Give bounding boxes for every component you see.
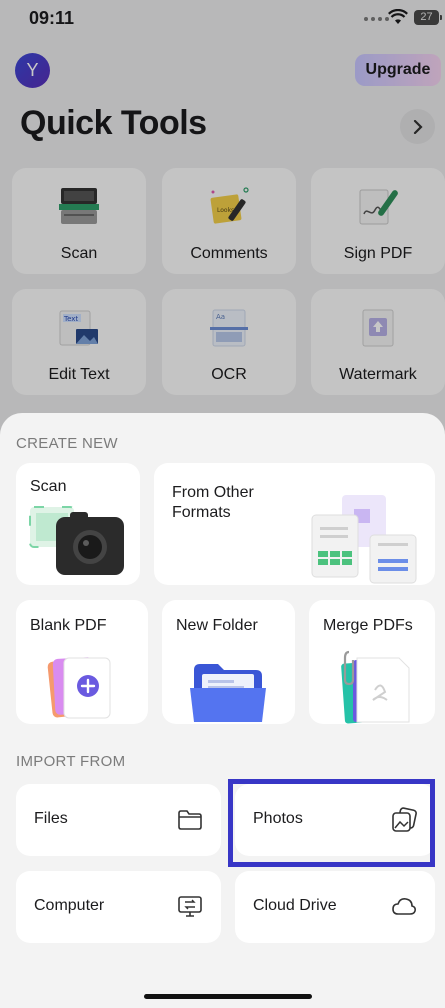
- folder-icon: [190, 664, 266, 722]
- edit-text-icon: Text: [59, 310, 98, 346]
- card-label: Scan: [30, 478, 67, 495]
- tool-label: Scan: [60, 245, 98, 262]
- merge-documents-icon: [341, 650, 410, 724]
- create-new-folder-card[interactable]: New Folder: [162, 600, 295, 724]
- create-blank-pdf-card[interactable]: Blank PDF: [16, 600, 148, 724]
- battery-icon: 27: [414, 10, 442, 25]
- scanner-icon: [59, 188, 99, 224]
- tool-edit-text[interactable]: Text Edit Text: [12, 289, 146, 395]
- upgrade-button[interactable]: Upgrade: [355, 54, 441, 86]
- page-title: Quick Tools: [20, 104, 207, 142]
- wifi-icon: [388, 9, 408, 24]
- tool-watermark[interactable]: Watermark: [311, 289, 445, 395]
- home-indicator: [144, 994, 312, 999]
- tool-scan[interactable]: Scan: [12, 168, 146, 274]
- computer-icon: [178, 896, 202, 917]
- chevron-right-icon: [413, 119, 423, 134]
- create-scan-card[interactable]: Scan: [16, 463, 140, 585]
- tool-label: OCR: [211, 366, 247, 383]
- sticky-note-icon: Looks: [210, 187, 249, 224]
- ocr-icon: Aa: [210, 309, 248, 347]
- tool-ocr[interactable]: Aa OCR: [162, 289, 296, 395]
- svg-text:Text: Text: [63, 315, 78, 323]
- camera-icon: [29, 506, 124, 575]
- create-from-other-formats-card[interactable]: From Other Formats: [154, 463, 435, 585]
- row-label: Computer: [34, 897, 105, 914]
- import-from-heading: IMPORT FROM: [16, 753, 126, 770]
- tool-label: Edit Text: [48, 366, 110, 383]
- bottom-sheet: CREATE NEW Scan From Other Formats Blank…: [0, 413, 445, 1008]
- avatar[interactable]: Y: [15, 53, 50, 88]
- row-label: Cloud Drive: [253, 897, 337, 914]
- row-label: Files: [34, 810, 68, 827]
- watermark-icon: [362, 309, 394, 347]
- file-formats-icon: [311, 495, 417, 584]
- svg-text:Aa: Aa: [216, 313, 225, 321]
- blank-page-add-icon: [47, 657, 111, 719]
- tool-label: Sign PDF: [343, 245, 413, 262]
- quick-tools-more-button[interactable]: [400, 109, 435, 144]
- import-cloud-drive-button[interactable]: Cloud Drive: [235, 871, 435, 943]
- cloud-icon: [392, 898, 416, 915]
- tool-comments[interactable]: Looks Comments: [162, 168, 296, 274]
- status-bar: 09:11 27: [0, 0, 445, 40]
- tool-sign-pdf[interactable]: Sign PDF: [311, 168, 445, 274]
- card-label: Merge PDFs: [323, 617, 413, 634]
- import-computer-button[interactable]: Computer: [16, 871, 221, 943]
- signature-pen-icon: [359, 189, 398, 225]
- card-label: From Other Formats: [172, 484, 254, 521]
- import-files-button[interactable]: Files: [16, 784, 221, 856]
- status-time: 09:11: [29, 8, 75, 28]
- card-label: Blank PDF: [30, 617, 107, 634]
- photos-highlight: [228, 779, 435, 867]
- create-merge-pdfs-card[interactable]: Merge PDFs: [309, 600, 435, 724]
- cellular-signal-icon: [364, 17, 389, 21]
- create-new-heading: CREATE NEW: [16, 435, 118, 452]
- folder-icon: [178, 810, 202, 830]
- tool-label: Comments: [190, 245, 268, 262]
- tool-label: Watermark: [339, 366, 417, 383]
- card-label: New Folder: [176, 617, 258, 634]
